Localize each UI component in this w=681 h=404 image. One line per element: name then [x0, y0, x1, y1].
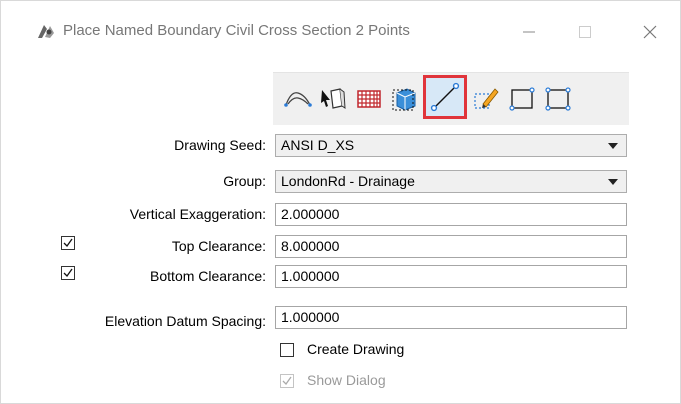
grid-table-icon: [357, 90, 381, 108]
elevation-datum-spacing-field[interactable]: 1.000000: [275, 306, 627, 329]
tool-select-arrow[interactable]: [316, 81, 350, 117]
method-toolbar: [273, 72, 629, 125]
drawing-seed-label: Drawing Seed:: [174, 137, 266, 153]
maximize-icon: [579, 26, 591, 38]
maximize-button[interactable]: [565, 17, 605, 47]
tool-rectangle-corners[interactable]: [541, 81, 575, 117]
dialog-window: Place Named Boundary Civil Cross Section…: [0, 0, 681, 404]
vertical-exaggeration-label: Vertical Exaggeration:: [129, 206, 266, 222]
drawing-seed-value: ANSI D_XS: [281, 137, 355, 153]
checkmark-icon: [63, 268, 73, 278]
pencil-edit-icon: [474, 88, 499, 109]
create-drawing-checkbox[interactable]: [280, 343, 294, 357]
group-label: Group:: [223, 173, 266, 189]
tool-rectangle[interactable]: [505, 81, 539, 117]
vertical-exaggeration-field[interactable]: 2.000000: [275, 203, 627, 226]
tool-3d-box[interactable]: [387, 81, 421, 117]
path-curve-icon: [284, 92, 312, 107]
close-icon: [643, 25, 657, 39]
bottom-clearance-label: Bottom Clearance:: [150, 268, 266, 284]
top-clearance-value: 8.000000: [281, 238, 340, 254]
title-bar[interactable]: Place Named Boundary Civil Cross Section…: [1, 1, 680, 63]
select-arrow-icon: [321, 88, 346, 109]
3d-box-icon: [392, 88, 416, 111]
chevron-down-icon: [608, 143, 618, 149]
show-dialog-label: Show Dialog: [307, 372, 386, 388]
elevation-datum-spacing-value: 1.000000: [281, 309, 340, 325]
tool-path-curve[interactable]: [281, 81, 315, 117]
tool-pencil-edit[interactable]: [469, 81, 503, 117]
top-clearance-field[interactable]: 8.000000: [275, 235, 627, 258]
group-value: LondonRd - Drainage: [281, 173, 415, 189]
checkmark-icon: [63, 238, 73, 248]
minimize-icon: [523, 31, 535, 33]
civil-tool-icon: [36, 21, 56, 41]
two-points-line-icon: [430, 82, 460, 112]
tool-two-points[interactable]: [423, 75, 467, 119]
bottom-clearance-field[interactable]: 1.000000: [275, 265, 627, 288]
drawing-seed-select[interactable]: ANSI D_XS: [275, 134, 627, 157]
vertical-exaggeration-value: 2.000000: [281, 206, 340, 222]
rectangle-icon: [509, 87, 535, 111]
elevation-datum-spacing-label: Elevation Datum Spacing:: [104, 313, 266, 329]
bottom-clearance-value: 1.000000: [281, 268, 340, 284]
top-clearance-checkbox[interactable]: [61, 236, 75, 250]
checkmark-icon: [282, 376, 292, 386]
close-button[interactable]: [630, 17, 670, 47]
create-drawing-label: Create Drawing: [307, 341, 405, 357]
top-clearance-label: Top Clearance:: [171, 238, 266, 254]
chevron-down-icon: [608, 179, 618, 185]
show-dialog-checkbox[interactable]: [280, 374, 294, 388]
rectangle-corners-icon: [545, 87, 571, 111]
tool-grid-table[interactable]: [352, 81, 386, 117]
window-title: Place Named Boundary Civil Cross Section…: [63, 22, 410, 39]
minimize-button[interactable]: [509, 17, 549, 47]
group-select[interactable]: LondonRd - Drainage: [275, 170, 627, 193]
bottom-clearance-checkbox[interactable]: [61, 266, 75, 280]
